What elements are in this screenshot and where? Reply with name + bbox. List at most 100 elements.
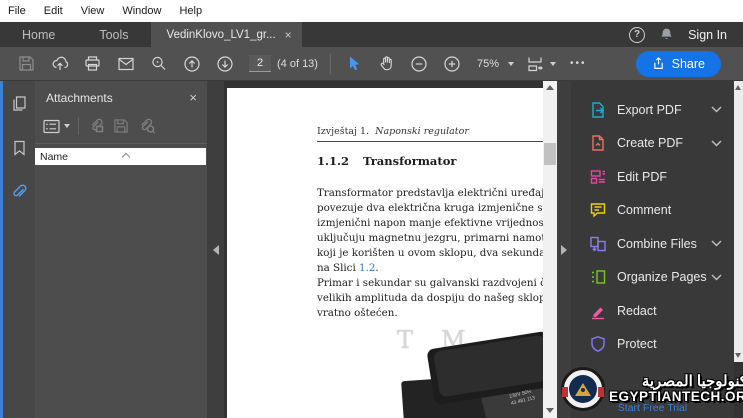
tab-home[interactable]: Home — [0, 22, 77, 47]
pdf-text-line: povezuje dva električna kruga izmjenične… — [317, 201, 543, 216]
sort-ascending-icon — [122, 153, 130, 161]
zoom-in-icon[interactable] — [436, 50, 469, 78]
sign-in-button[interactable]: Sign In — [688, 28, 727, 42]
tool-label: Protect — [617, 337, 657, 351]
menu-view[interactable]: View — [81, 5, 105, 17]
protect-shield-icon — [588, 335, 607, 354]
panel-scroll-up-icon[interactable] — [735, 85, 741, 90]
tab-document[interactable]: VedinKlovo_LV1_gr... × — [151, 22, 302, 47]
attachments-toolbar-separator — [78, 117, 79, 135]
tool-label: Organize Pages — [617, 270, 707, 284]
pdf-running-header: Izvještaj 1. Naponski regulator — [317, 126, 543, 137]
save-icon[interactable] — [10, 50, 43, 78]
pdf-text-line: vratno oštećen. — [317, 306, 543, 321]
menu-help[interactable]: Help — [179, 5, 202, 17]
previous-page-icon[interactable] — [175, 50, 208, 78]
chevron-down-icon — [711, 274, 722, 281]
help-icon[interactable]: ? — [629, 27, 645, 43]
menu-file[interactable]: File — [8, 5, 26, 17]
scroll-down-icon[interactable] — [546, 408, 554, 413]
page-fit-dropdown-caret-icon[interactable] — [550, 62, 556, 66]
edit-pdf-icon — [588, 167, 607, 186]
tool-organize-pages[interactable]: Organize Pages — [571, 261, 734, 295]
notifications-bell-icon[interactable] — [659, 27, 674, 42]
menu-window[interactable]: Window — [122, 5, 161, 17]
find-icon[interactable] — [142, 50, 175, 78]
search-attachments-icon[interactable] — [137, 117, 156, 135]
page-thumbnails-icon[interactable] — [11, 95, 28, 112]
chevron-down-icon — [711, 140, 722, 147]
tool-edit-pdf[interactable]: Edit PDF — [571, 160, 734, 194]
expand-right-icon — [561, 245, 567, 255]
pdf-page[interactable]: Izvještaj 1. Naponski regulator 1.1.2Tra… — [227, 88, 543, 418]
pdf-header-rule — [317, 141, 543, 142]
list-view-options-icon[interactable] — [43, 119, 70, 134]
organize-pages-icon — [588, 268, 607, 287]
pdf-text-line: na Slici 1.2. — [317, 261, 543, 276]
print-icon[interactable] — [76, 50, 109, 78]
scroll-up-icon[interactable] — [546, 85, 554, 90]
tool-label: Export PDF — [617, 103, 682, 117]
create-pdf-icon — [588, 134, 607, 153]
collapse-left-panel-handle[interactable] — [207, 81, 224, 418]
menu-edit[interactable]: Edit — [44, 5, 63, 17]
tool-protect[interactable]: Protect — [571, 328, 734, 362]
document-scrollbar-thumb[interactable] — [544, 143, 556, 165]
cloud-upload-icon[interactable] — [43, 50, 76, 78]
tool-label: Comment — [617, 203, 671, 217]
email-icon[interactable] — [109, 50, 142, 78]
tool-create-pdf[interactable]: Create PDF — [571, 127, 734, 161]
pdf-text-line: Transformator predstavlja električni ure… — [317, 186, 543, 201]
tool-label: Create PDF — [617, 136, 683, 150]
pdf-text-line: uključuju magnetnu jezgru, primarni namo… — [317, 231, 543, 246]
start-free-trial-link[interactable]: Start Free Trial — [571, 402, 734, 414]
save-attachment-icon[interactable] — [113, 118, 129, 134]
figure-reference-link[interactable]: 1.2 — [359, 262, 375, 274]
close-tab-icon[interactable]: × — [285, 28, 292, 42]
main-area: Attachments × Name — [0, 81, 743, 418]
photo-watermark-letter: T — [397, 326, 413, 354]
page-number-input[interactable] — [249, 55, 271, 72]
tab-tools[interactable]: Tools — [77, 22, 150, 47]
more-tools-icon[interactable]: ••• — [570, 58, 587, 69]
tool-export-pdf[interactable]: Export PDF — [571, 93, 734, 127]
share-icon — [652, 57, 665, 70]
chevron-down-icon — [711, 106, 722, 113]
bookmarks-icon[interactable] — [12, 140, 27, 156]
panel-scroll-down-icon[interactable] — [735, 353, 741, 358]
name-column-label: Name — [40, 151, 68, 163]
share-button[interactable]: Share — [636, 51, 721, 77]
hand-tool-icon[interactable] — [370, 50, 403, 78]
chevron-down-icon — [711, 240, 722, 247]
document-scrollbar[interactable] — [543, 81, 557, 418]
left-nav-strip — [0, 81, 35, 418]
tool-combine-files[interactable]: Combine Files — [571, 227, 734, 261]
attachments-paperclip-icon[interactable] — [10, 184, 28, 202]
close-panel-icon[interactable]: × — [189, 90, 197, 105]
tools-panel-scrollbar[interactable] — [734, 81, 743, 362]
export-pdf-icon — [588, 100, 607, 119]
zoom-level-value[interactable]: 75% — [477, 58, 499, 70]
page-fit-icon[interactable] — [522, 50, 548, 78]
pdf-text-line: koji je korišten u ovom sklopu, dva seku… — [317, 246, 543, 261]
pdf-text-line: izmjenični napon manje efektivne vrijedn… — [317, 216, 543, 231]
combine-files-icon — [588, 234, 607, 253]
pdf-section-heading: 1.1.2Transformator — [317, 154, 543, 168]
zoom-dropdown-caret-icon[interactable] — [508, 62, 514, 66]
document-view: Izvještaj 1. Naponski regulator 1.1.2Tra… — [224, 81, 543, 418]
comment-icon — [588, 201, 607, 220]
collapse-left-icon — [213, 245, 219, 255]
expand-right-panel-handle[interactable] — [557, 81, 571, 418]
pdf-paragraph: Transformator predstavlja električni ure… — [317, 186, 543, 321]
next-page-icon[interactable] — [208, 50, 241, 78]
pdf-text-line: Primar i sekundar su galvanski razdvojen… — [317, 276, 543, 291]
tools-panel: Export PDF Create PDF Edit PDF — [571, 81, 734, 418]
page-count-label: (4 of 13) — [277, 58, 318, 70]
select-tool-icon[interactable] — [337, 50, 370, 78]
open-attachment-icon[interactable] — [87, 117, 105, 135]
tool-redact[interactable]: Redact — [571, 294, 734, 328]
zoom-out-icon[interactable] — [403, 50, 436, 78]
tool-comment[interactable]: Comment — [571, 194, 734, 228]
share-label: Share — [672, 57, 705, 71]
attachments-name-column-header[interactable]: Name — [35, 148, 206, 165]
